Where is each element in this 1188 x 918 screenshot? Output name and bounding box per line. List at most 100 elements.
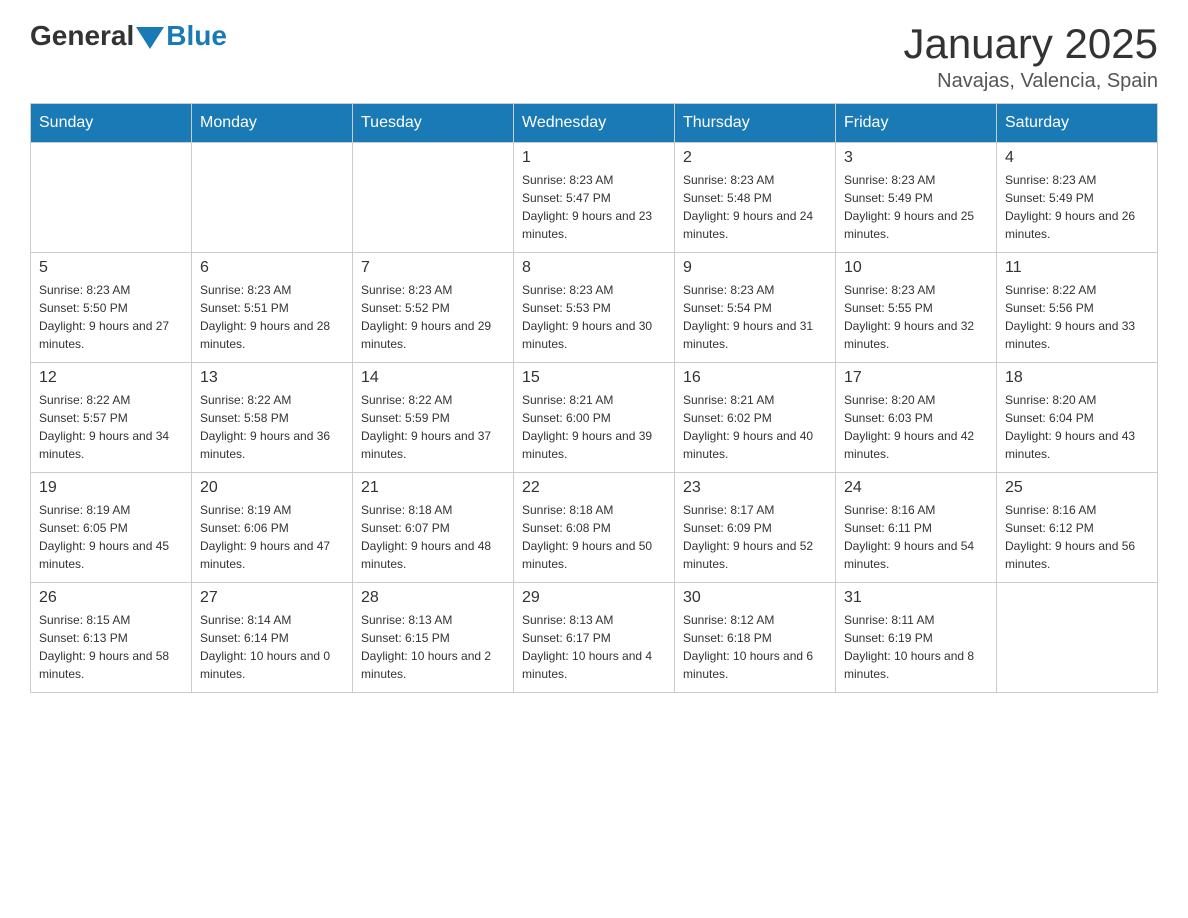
calendar-cell: 16Sunrise: 8:21 AM Sunset: 6:02 PM Dayli… — [675, 363, 836, 473]
day-number: 4 — [1005, 149, 1149, 167]
day-info: Sunrise: 8:17 AM Sunset: 6:09 PM Dayligh… — [683, 501, 827, 573]
day-info: Sunrise: 8:15 AM Sunset: 6:13 PM Dayligh… — [39, 611, 183, 683]
day-number: 19 — [39, 479, 183, 497]
calendar-cell: 9Sunrise: 8:23 AM Sunset: 5:54 PM Daylig… — [675, 253, 836, 363]
calendar-cell: 14 Sunrise: 8:22 AM Sunset: 5:59 PM Dayli… — [353, 363, 514, 473]
calendar-cell: 10 Sunrise: 8:23 AM Sunset: 5:55 PM Dayli… — [836, 253, 997, 363]
day-number: 1 — [522, 149, 666, 167]
day-info: Sunrise: 8:23 AM Sunset: 5:48 PM Dayligh… — [683, 171, 827, 243]
calendar-header-friday: Friday — [836, 104, 997, 143]
day-info: Sunrise: 8:14 AM Sunset: 6:14 PM Dayligh… — [200, 611, 344, 683]
calendar-cell: 7Sunrise: 8:23 AM Sunset: 5:52 PM Daylig… — [353, 253, 514, 363]
page-header: General Blue January 2025 Navajas, Valen… — [30, 20, 1158, 93]
calendar-cell: 21 Sunrise: 8:18 AM Sunset: 6:07 PM Dayli… — [353, 473, 514, 583]
day-info: Sunrise: 8:22 AM Sunset: 5:59 PM Dayligh… — [361, 391, 505, 463]
calendar-cell — [353, 143, 514, 253]
day-info: Sunrise: 8:13 AM Sunset: 6:17 PM Dayligh… — [522, 611, 666, 683]
day-number: 15 — [522, 369, 666, 387]
day-info: Sunrise: 8:22 AM Sunset: 5:57 PM Dayligh… — [39, 391, 183, 463]
calendar-cell: 23 Sunrise: 8:17 AM Sunset: 6:09 PM Dayli… — [675, 473, 836, 583]
calendar-cell: 28Sunrise: 8:13 AM Sunset: 6:15 PM Dayli… — [353, 583, 514, 693]
day-number: 8 — [522, 259, 666, 277]
calendar-cell: 31 Sunrise: 8:11 AM Sunset: 6:19 PM Dayli… — [836, 583, 997, 693]
day-info: Sunrise: 8:23 AM Sunset: 5:55 PM Dayligh… — [844, 281, 988, 353]
day-number: 6 — [200, 259, 344, 277]
day-info: Sunrise: 8:23 AM Sunset: 5:53 PM Dayligh… — [522, 281, 666, 353]
calendar-header-thursday: Thursday — [675, 104, 836, 143]
day-info: Sunrise: 8:11 AM Sunset: 6:19 PM Dayligh… — [844, 611, 988, 683]
day-info: Sunrise: 8:18 AM Sunset: 6:08 PM Dayligh… — [522, 501, 666, 573]
day-info: Sunrise: 8:22 AM Sunset: 5:58 PM Dayligh… — [200, 391, 344, 463]
calendar-header-tuesday: Tuesday — [353, 104, 514, 143]
calendar-cell: 5Sunrise: 8:23 AM Sunset: 5:50 PM Daylig… — [31, 253, 192, 363]
day-number: 10 — [844, 259, 988, 277]
day-number: 13 — [200, 369, 344, 387]
logo-triangle-icon — [136, 27, 164, 49]
calendar-cell: 25Sunrise: 8:16 AM Sunset: 6:12 PM Dayli… — [997, 473, 1158, 583]
logo-general-text: General — [30, 20, 134, 52]
day-info: Sunrise: 8:13 AM Sunset: 6:15 PM Dayligh… — [361, 611, 505, 683]
calendar-header-wednesday: Wednesday — [514, 104, 675, 143]
day-info: Sunrise: 8:21 AM Sunset: 6:00 PM Dayligh… — [522, 391, 666, 463]
location-subtitle: Navajas, Valencia, Spain — [903, 70, 1158, 93]
calendar-week-row: 12 Sunrise: 8:22 AM Sunset: 5:57 PM Dayli… — [31, 363, 1158, 473]
day-number: 7 — [361, 259, 505, 277]
calendar-cell: 18Sunrise: 8:20 AM Sunset: 6:04 PM Dayli… — [997, 363, 1158, 473]
calendar-cell: 30 Sunrise: 8:12 AM Sunset: 6:18 PM Dayli… — [675, 583, 836, 693]
day-number: 2 — [683, 149, 827, 167]
calendar-cell — [31, 143, 192, 253]
calendar-header-monday: Monday — [192, 104, 353, 143]
calendar-cell: 20Sunrise: 8:19 AM Sunset: 6:06 PM Dayli… — [192, 473, 353, 583]
calendar-header-saturday: Saturday — [997, 104, 1158, 143]
title-section: January 2025 Navajas, Valencia, Spain — [903, 20, 1158, 93]
day-info: Sunrise: 8:22 AM Sunset: 5:56 PM Dayligh… — [1005, 281, 1149, 353]
day-number: 27 — [200, 589, 344, 607]
day-number: 17 — [844, 369, 988, 387]
calendar-cell: 12 Sunrise: 8:22 AM Sunset: 5:57 PM Dayli… — [31, 363, 192, 473]
calendar-cell: 26 Sunrise: 8:15 AM Sunset: 6:13 PM Dayli… — [31, 583, 192, 693]
calendar-cell: 11 Sunrise: 8:22 AM Sunset: 5:56 PM Dayli… — [997, 253, 1158, 363]
day-number: 26 — [39, 589, 183, 607]
calendar-cell: 19 Sunrise: 8:19 AM Sunset: 6:05 PM Dayli… — [31, 473, 192, 583]
day-number: 12 — [39, 369, 183, 387]
logo: General Blue — [30, 20, 227, 52]
day-number: 31 — [844, 589, 988, 607]
calendar-cell: 13 Sunrise: 8:22 AM Sunset: 5:58 PM Dayli… — [192, 363, 353, 473]
calendar-cell: 22 Sunrise: 8:18 AM Sunset: 6:08 PM Dayli… — [514, 473, 675, 583]
day-number: 30 — [683, 589, 827, 607]
day-info: Sunrise: 8:16 AM Sunset: 6:11 PM Dayligh… — [844, 501, 988, 573]
day-info: Sunrise: 8:21 AM Sunset: 6:02 PM Dayligh… — [683, 391, 827, 463]
calendar-week-row: 5Sunrise: 8:23 AM Sunset: 5:50 PM Daylig… — [31, 253, 1158, 363]
day-number: 5 — [39, 259, 183, 277]
calendar-cell — [192, 143, 353, 253]
calendar-cell — [997, 583, 1158, 693]
calendar-cell: 27 Sunrise: 8:14 AM Sunset: 6:14 PM Dayli… — [192, 583, 353, 693]
day-number: 11 — [1005, 259, 1149, 277]
day-info: Sunrise: 8:23 AM Sunset: 5:51 PM Dayligh… — [200, 281, 344, 353]
calendar-week-row: 1Sunrise: 8:23 AM Sunset: 5:47 PM Daylig… — [31, 143, 1158, 253]
day-info: Sunrise: 8:16 AM Sunset: 6:12 PM Dayligh… — [1005, 501, 1149, 573]
day-info: Sunrise: 8:19 AM Sunset: 6:06 PM Dayligh… — [200, 501, 344, 573]
calendar-cell: 1Sunrise: 8:23 AM Sunset: 5:47 PM Daylig… — [514, 143, 675, 253]
day-info: Sunrise: 8:23 AM Sunset: 5:49 PM Dayligh… — [1005, 171, 1149, 243]
day-info: Sunrise: 8:18 AM Sunset: 6:07 PM Dayligh… — [361, 501, 505, 573]
calendar-header-row: SundayMondayTuesdayWednesdayThursdayFrid… — [31, 104, 1158, 143]
calendar-cell: 2 Sunrise: 8:23 AM Sunset: 5:48 PM Daylig… — [675, 143, 836, 253]
calendar-cell: 24 Sunrise: 8:16 AM Sunset: 6:11 PM Dayli… — [836, 473, 997, 583]
calendar-cell: 15 Sunrise: 8:21 AM Sunset: 6:00 PM Dayli… — [514, 363, 675, 473]
day-number: 24 — [844, 479, 988, 497]
calendar-cell: 29Sunrise: 8:13 AM Sunset: 6:17 PM Dayli… — [514, 583, 675, 693]
day-number: 23 — [683, 479, 827, 497]
day-number: 3 — [844, 149, 988, 167]
calendar-week-row: 26 Sunrise: 8:15 AM Sunset: 6:13 PM Dayli… — [31, 583, 1158, 693]
calendar-header-sunday: Sunday — [31, 104, 192, 143]
day-number: 21 — [361, 479, 505, 497]
calendar-cell: 8 Sunrise: 8:23 AM Sunset: 5:53 PM Daylig… — [514, 253, 675, 363]
day-info: Sunrise: 8:23 AM Sunset: 5:49 PM Dayligh… — [844, 171, 988, 243]
calendar-cell: 17Sunrise: 8:20 AM Sunset: 6:03 PM Dayli… — [836, 363, 997, 473]
day-info: Sunrise: 8:19 AM Sunset: 6:05 PM Dayligh… — [39, 501, 183, 573]
day-number: 14 — [361, 369, 505, 387]
day-info: Sunrise: 8:12 AM Sunset: 6:18 PM Dayligh… — [683, 611, 827, 683]
day-number: 22 — [522, 479, 666, 497]
logo-blue-text: Blue — [166, 20, 227, 52]
